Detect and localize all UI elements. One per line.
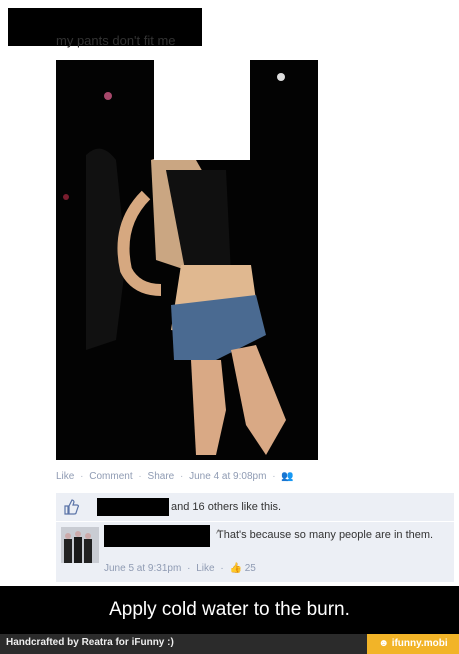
friends-icon: 👥 — [281, 471, 294, 482]
caption: Apply cold water to the burn. — [0, 586, 459, 634]
footer-brand-text: ifunny.mobi — [391, 638, 448, 649]
comment-link[interactable]: Comment — [89, 471, 132, 482]
redacted-face — [154, 60, 250, 160]
separator: · — [138, 471, 142, 482]
redacted-liker-name[interactable] — [97, 498, 169, 516]
ifunny-logo-icon: ☻ — [378, 638, 389, 649]
footer-brand[interactable]: ☻ ifunny.mobi — [367, 634, 459, 654]
action-bar: Like · Comment · Share · June 4 at 9:08p… — [56, 471, 294, 482]
commenter-avatar[interactable] — [61, 527, 99, 563]
redacted-name-bar — [56, 8, 202, 28]
remove-x-icon[interactable]: ^ — [216, 528, 221, 540]
post-timestamp[interactable]: June 4 at 9:08pm — [189, 471, 266, 482]
separator: · — [220, 563, 224, 574]
post-text: my pants don't fit me — [56, 33, 176, 48]
separator: · — [187, 563, 191, 574]
small-thumbs-up-icon: 👍 — [229, 563, 242, 574]
footer-credit: Handcrafted by Reatra for iFunny :) — [6, 637, 174, 648]
comment-text: That's because so many people are in the… — [104, 529, 454, 542]
comment-like-link[interactable]: Like — [196, 563, 214, 574]
separator: · — [80, 471, 84, 482]
likes-row: and 16 others like this. — [56, 493, 454, 522]
like-link[interactable]: Like — [56, 471, 74, 482]
comment-like-count[interactable]: 25 — [245, 563, 256, 574]
comment-row: That's because so many people are in the… — [56, 522, 454, 582]
comment-body: That's because so many people are in the… — [217, 529, 434, 541]
separator: · — [180, 471, 184, 482]
likes-text[interactable]: and 16 others like this. — [171, 501, 281, 513]
separator: · — [272, 471, 276, 482]
share-link[interactable]: Share — [148, 471, 175, 482]
comment-meta: June 5 at 9:31pm · Like · 👍 25 — [104, 563, 256, 574]
footer-bar: Handcrafted by Reatra for iFunny :) ☻ if… — [0, 634, 459, 654]
comment-timestamp[interactable]: June 5 at 9:31pm — [104, 563, 181, 574]
thumbs-up-icon — [64, 499, 79, 515]
